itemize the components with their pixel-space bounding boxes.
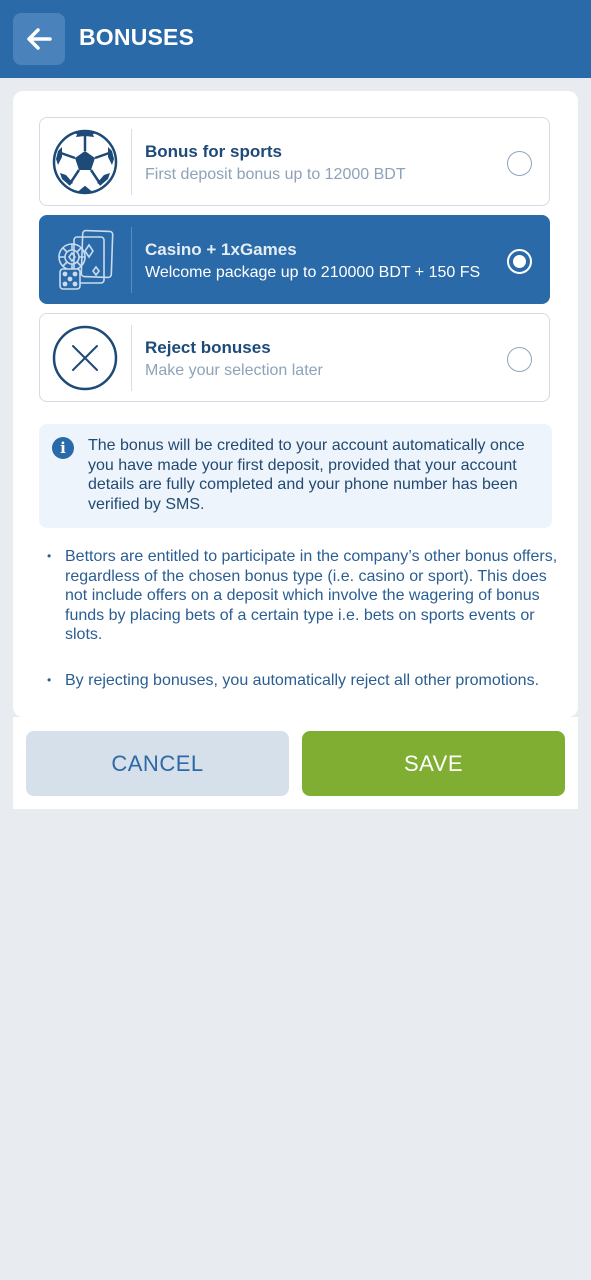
- option-subtitle: First deposit bonus up to 12000 BDT: [145, 166, 406, 183]
- save-button[interactable]: SAVE: [302, 731, 565, 796]
- list-item-text: Bettors are entitled to participate in t…: [65, 548, 558, 643]
- page-title: BONUSES: [79, 24, 195, 50]
- list-item-text: By rejecting bonuses, you automatically …: [65, 671, 540, 689]
- cancel-button[interactable]: CANCEL: [26, 731, 289, 796]
- bullet-dot-icon: •: [47, 549, 52, 563]
- bonus-panel: Bonus for sports First deposit bonus up …: [13, 91, 578, 717]
- option-title: Bonus for sports: [145, 142, 282, 161]
- bullet-dot-icon: •: [47, 672, 52, 687]
- option-subtitle: Welcome package up to 210000 BDT + 150 F…: [145, 264, 481, 281]
- list-item: • By rejecting bonuses, you automaticall…: [43, 671, 563, 691]
- info-notice: i The bonus will be credited to your acc…: [39, 424, 552, 528]
- option-title: Reject bonuses: [145, 338, 271, 357]
- radio-casino-1xgames[interactable]: [507, 249, 532, 274]
- close-circle-icon: [52, 325, 118, 391]
- info-text: The bonus will be credited to your accou…: [88, 437, 525, 513]
- soccer-ball-icon: [52, 129, 118, 195]
- option-bonus-sports[interactable]: Bonus for sports First deposit bonus up …: [39, 117, 550, 206]
- info-icon: i: [52, 437, 74, 459]
- radio-bonus-sports[interactable]: [507, 151, 532, 176]
- list-item: • Bettors are entitled to participate in…: [43, 547, 563, 645]
- radio-reject-bonuses[interactable]: [507, 347, 532, 372]
- option-divider: [131, 129, 132, 195]
- option-title: Casino + 1xGames: [145, 240, 297, 259]
- option-subtitle: Make your selection later: [145, 362, 323, 379]
- option-divider: [131, 227, 132, 293]
- option-reject-bonuses[interactable]: Reject bonuses Make your selection later: [39, 313, 550, 402]
- top-bar: BONUSES: [0, 0, 591, 78]
- option-casino-1xgames[interactable]: Casino + 1xGames Welcome package up to 2…: [39, 215, 550, 304]
- back-button[interactable]: [13, 13, 65, 65]
- action-bar: CANCEL SAVE: [13, 717, 578, 809]
- terms-list: • Bettors are entitled to participate in…: [43, 547, 563, 690]
- arrow-left-icon: [27, 28, 52, 50]
- option-divider: [131, 325, 132, 391]
- casino-cards-dice-icon: [58, 229, 114, 290]
